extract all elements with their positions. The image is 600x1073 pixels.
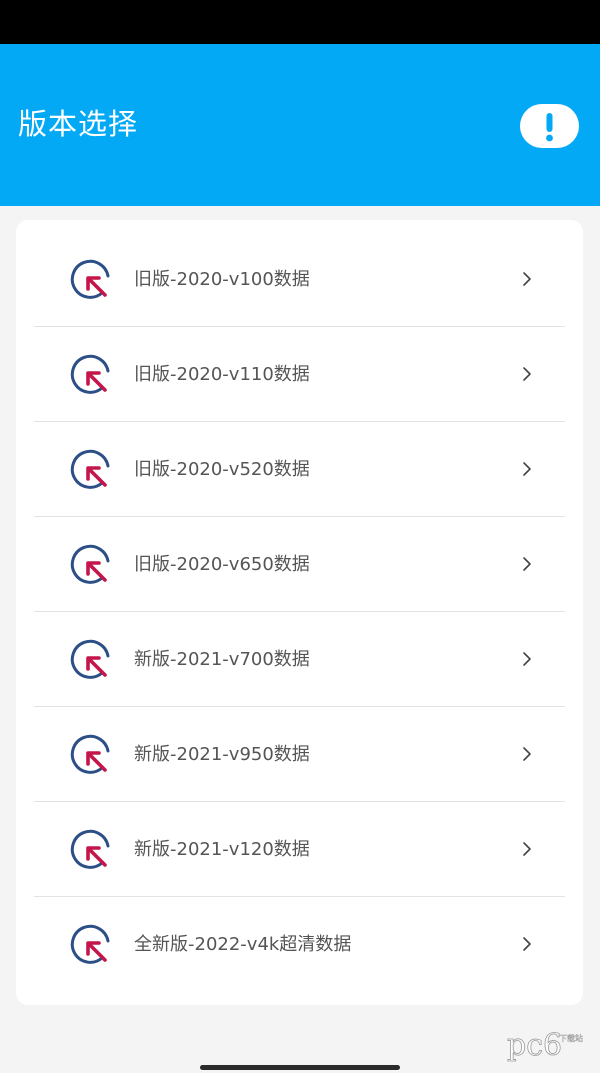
version-list: 旧版-2020-v100数据 旧版-2020-v110数据 旧版-2020-v5… bbox=[16, 220, 583, 1005]
arrow-gauge-icon bbox=[70, 829, 110, 869]
list-item-label: 新版-2021-v120数据 bbox=[134, 839, 310, 860]
arrow-gauge-icon bbox=[70, 924, 110, 964]
chevron-right-icon bbox=[523, 462, 531, 476]
arrow-gauge-icon bbox=[70, 259, 110, 299]
list-item[interactable]: 旧版-2020-v520数据 bbox=[34, 422, 565, 517]
info-button[interactable] bbox=[520, 104, 579, 148]
app-header: 版本选择 bbox=[0, 44, 600, 206]
chevron-right-icon bbox=[523, 652, 531, 666]
list-item[interactable]: 新版-2021-v950数据 bbox=[34, 707, 565, 802]
watermark-logo: pc6 下载站 bbox=[507, 1028, 584, 1064]
list-item[interactable]: 新版-2021-v700数据 bbox=[34, 612, 565, 707]
list-item[interactable]: 新版-2021-v120数据 bbox=[34, 802, 565, 897]
page-title: 版本选择 bbox=[18, 107, 139, 141]
list-item-label: 旧版-2020-v520数据 bbox=[134, 459, 310, 480]
list-item-label: 旧版-2020-v100数据 bbox=[134, 269, 310, 290]
chevron-right-icon bbox=[523, 747, 531, 761]
watermark-sub: 下载站 bbox=[559, 1033, 583, 1043]
chevron-right-icon bbox=[523, 272, 531, 286]
exclamation-icon bbox=[546, 113, 553, 142]
status-bar bbox=[0, 0, 600, 44]
chevron-right-icon bbox=[523, 367, 531, 381]
arrow-gauge-icon bbox=[70, 734, 110, 774]
list-item[interactable]: 全新版-2022-v4k超清数据 bbox=[34, 897, 565, 992]
list-item-label: 旧版-2020-v650数据 bbox=[134, 554, 310, 575]
arrow-gauge-icon bbox=[70, 639, 110, 679]
arrow-gauge-icon bbox=[70, 544, 110, 584]
list-item-label: 新版-2021-v700数据 bbox=[134, 649, 310, 670]
chevron-right-icon bbox=[523, 937, 531, 951]
list-item[interactable]: 旧版-2020-v100数据 bbox=[34, 232, 565, 327]
chevron-right-icon bbox=[523, 557, 531, 571]
list-item-label: 全新版-2022-v4k超清数据 bbox=[134, 934, 352, 955]
list-item[interactable]: 旧版-2020-v110数据 bbox=[34, 327, 565, 422]
watermark-text: pc6 bbox=[507, 1028, 562, 1063]
chevron-right-icon bbox=[523, 842, 531, 856]
list-item-label: 新版-2021-v950数据 bbox=[134, 744, 310, 765]
home-indicator[interactable] bbox=[200, 1065, 400, 1070]
list-item-label: 旧版-2020-v110数据 bbox=[134, 364, 310, 385]
arrow-gauge-icon bbox=[70, 449, 110, 489]
arrow-gauge-icon bbox=[70, 354, 110, 394]
list-item[interactable]: 旧版-2020-v650数据 bbox=[34, 517, 565, 612]
